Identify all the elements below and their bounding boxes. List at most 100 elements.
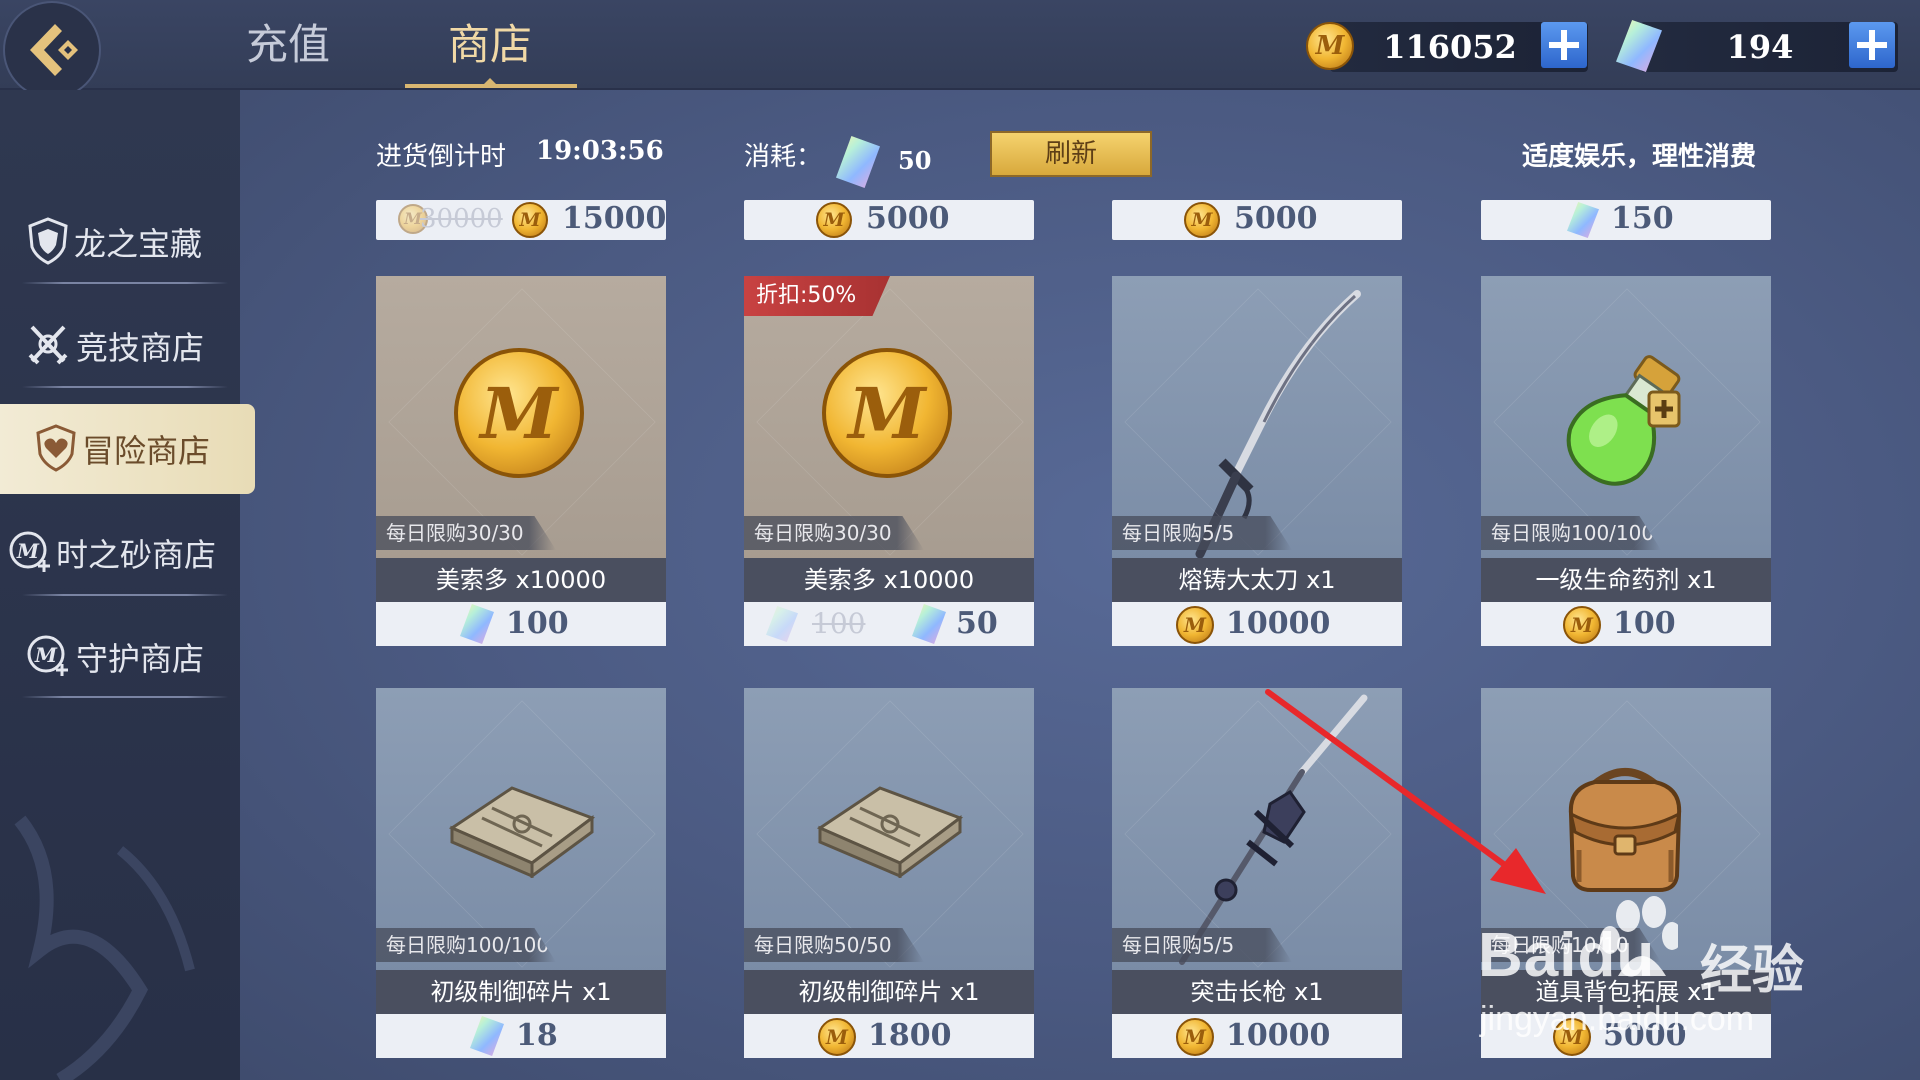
- price-bar: 100: [376, 602, 666, 646]
- item-name: 初级制御碎片 x1: [376, 970, 666, 1014]
- item-name: 熔铸大太刀 x1: [1112, 558, 1402, 602]
- item-name: 初级制御碎片 x1: [744, 970, 1034, 1014]
- add-gems-button[interactable]: [1849, 22, 1895, 68]
- shop-item-card[interactable]: 每日限购50/50 初级制御碎片 x1 M 1800: [744, 688, 1034, 1066]
- price-value: 100: [1613, 606, 1676, 641]
- price-value: 18: [516, 1018, 558, 1053]
- restock-label: 进货倒计时: [376, 142, 507, 172]
- price-bar: 18: [376, 1014, 666, 1058]
- price-bar: M 100: [1481, 602, 1771, 646]
- dragon-shield-icon: [28, 217, 68, 265]
- price-value: 5000: [1234, 201, 1318, 236]
- sidebar-item-label: 龙之宝藏: [74, 225, 203, 263]
- sidebar-item-arena-shop[interactable]: 竞技商店: [0, 301, 236, 391]
- price-value: 10000: [1226, 1018, 1331, 1053]
- top-price-bar: 150: [1481, 200, 1771, 240]
- gem-icon: [1567, 202, 1599, 238]
- tab-active-marker: [483, 78, 497, 85]
- coin-icon: M: [1306, 22, 1354, 70]
- gem-amount: 194: [1726, 28, 1794, 66]
- coin-icon: M: [816, 202, 852, 238]
- discount-badge: 折扣:50%: [744, 276, 890, 316]
- meso-coin-icon: M: [454, 348, 584, 478]
- sidebar-item-time-sand-shop[interactable]: M 时之砂商店: [0, 508, 236, 598]
- cost-value: 50: [898, 146, 932, 175]
- sidebar-divider: [22, 594, 228, 596]
- price-value: 10000: [1226, 606, 1331, 641]
- price-value: 5000: [866, 201, 950, 236]
- sidebar-item-label: 冒险商店: [82, 432, 211, 470]
- notice-text: 适度娱乐，理性消费: [1522, 142, 1757, 172]
- svg-text:M: M: [34, 643, 58, 667]
- purchase-limit: 每日限购30/30: [744, 516, 924, 550]
- watermark-suffix: 经验: [1700, 941, 1805, 1001]
- shop-item-card[interactable]: 每日限购5/5 熔铸大太刀 x1 M 10000: [1112, 276, 1402, 654]
- price-value: 15000: [562, 201, 667, 236]
- cost-label: 消耗：: [744, 142, 823, 172]
- tab-shop[interactable]: 商店: [448, 14, 532, 76]
- sidebar-item-guardian-shop[interactable]: M 守护商店: [0, 612, 236, 702]
- watermark-url: jingyan.baidu.com: [1480, 1000, 1755, 1038]
- coin-icon: M: [1563, 606, 1601, 644]
- purchase-limit: 每日限购5/5: [1112, 516, 1292, 550]
- add-coins-button[interactable]: [1541, 22, 1587, 68]
- control-fragment-icon: [448, 786, 596, 878]
- shop-item-card[interactable]: M 每日限购30/30 美索多 x10000 100: [376, 276, 666, 654]
- purchase-limit: 每日限购100/100: [376, 928, 556, 962]
- shop-item-card[interactable]: 每日限购100/100 一级生命药剂 x1 M 100: [1481, 276, 1771, 654]
- top-price-bar: M 5000: [1112, 200, 1402, 240]
- gem-icon: [470, 1016, 504, 1056]
- item-name: 一级生命药剂 x1: [1481, 558, 1771, 602]
- sidebar-item-label: 竞技商店: [76, 329, 205, 367]
- gem-icon: [912, 604, 946, 644]
- coin-icon: M: [1184, 202, 1220, 238]
- top-price-bar: M 30000 M 15000: [376, 200, 666, 240]
- price-bar: M 10000: [1112, 602, 1402, 646]
- tab-recharge[interactable]: 充值: [246, 14, 330, 76]
- coin-icon: M: [512, 202, 548, 238]
- shop-item-card[interactable]: M 折扣:50% 每日限购30/30 美索多 x10000 100 50: [744, 276, 1034, 654]
- purchase-limit: 每日限购30/30: [376, 516, 556, 550]
- item-name: 突击长枪 x1: [1112, 970, 1402, 1014]
- watermark-brand: Baidu: [1478, 921, 1656, 990]
- sidebar-item-dragon-treasure[interactable]: 龙之宝藏: [0, 197, 236, 287]
- meso-coin-icon: M: [822, 348, 952, 478]
- sidebar-item-label: 时之砂商店: [56, 536, 217, 574]
- shop-item-card[interactable]: 每日限购100/100 初级制御碎片 x1 18: [376, 688, 666, 1066]
- purchase-limit: 每日限购100/100: [1481, 516, 1661, 550]
- coin-icon: M: [1176, 606, 1214, 644]
- price-value: 1800: [868, 1018, 952, 1053]
- price-bar: 100 50: [744, 602, 1034, 646]
- coin-icon: M: [1176, 1018, 1214, 1056]
- coin-icon: M: [818, 1018, 856, 1056]
- purchase-limit: 每日限购50/50: [744, 928, 924, 962]
- sidebar-divider: [22, 386, 228, 388]
- svg-text:M: M: [16, 539, 40, 563]
- control-fragment-icon: [816, 786, 964, 878]
- price-value: 50: [956, 606, 998, 641]
- top-price-bar: M 5000: [744, 200, 1034, 240]
- sidebar-divider: [22, 282, 228, 284]
- original-price: 100: [812, 607, 866, 640]
- price-bar: M 10000: [1112, 1014, 1402, 1058]
- restock-timer: 19:03:56: [536, 136, 664, 166]
- price-bar: M 1800: [744, 1014, 1034, 1058]
- sidebar-item-adventure-shop[interactable]: 冒险商店: [0, 404, 255, 494]
- coin-plus-icon: M: [27, 635, 68, 676]
- original-price: 30000: [420, 204, 503, 234]
- coin-plus-icon: M: [9, 531, 50, 572]
- heart-shield-icon: [36, 424, 76, 472]
- sidebar-divider: [22, 696, 228, 698]
- gem-icon: [766, 606, 798, 642]
- health-potion-icon: [1566, 355, 1681, 486]
- item-name: 美索多 x10000: [376, 558, 666, 602]
- price-value: 150: [1611, 201, 1674, 236]
- price-value: 100: [506, 606, 569, 641]
- refresh-button[interactable]: 刷新: [990, 131, 1152, 177]
- crossed-swords-icon: [28, 325, 68, 365]
- gem-icon: [460, 604, 494, 644]
- purchase-limit: 每日限购5/5: [1112, 928, 1292, 962]
- coin-amount: 116052: [1383, 28, 1517, 66]
- item-name: 美索多 x10000: [744, 558, 1034, 602]
- sidebar-item-label: 守护商店: [76, 640, 205, 678]
